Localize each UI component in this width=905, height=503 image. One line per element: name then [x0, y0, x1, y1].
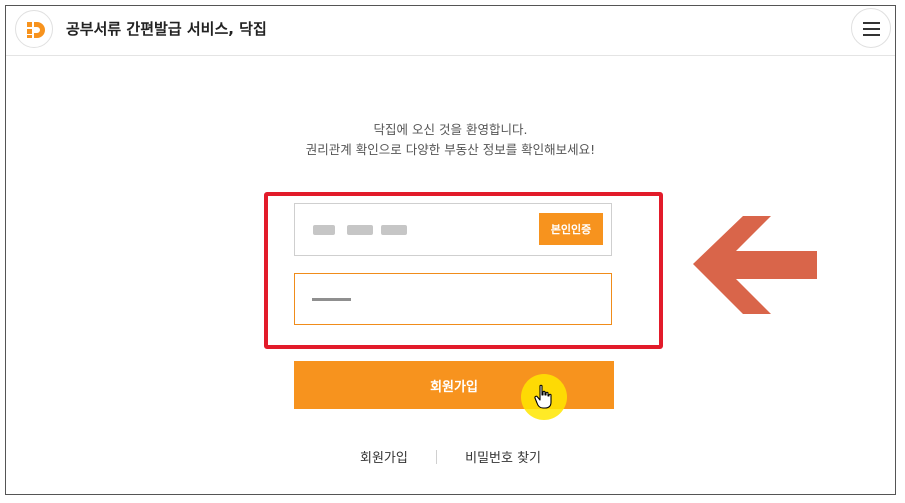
left-arrow-icon	[693, 216, 817, 314]
footer-links: 회원가입 비밀번호 찾기	[6, 447, 895, 466]
welcome-line-2: 권리관계 확인으로 다양한 부동산 정보를 확인해보세요!	[305, 142, 596, 157]
cursor-highlight	[521, 374, 567, 420]
hamburger-menu-icon	[863, 22, 880, 24]
signup-link[interactable]: 회원가입	[360, 451, 408, 466]
welcome-line-1: 닥집에 오신 것을 환영합니다.	[373, 122, 528, 137]
browser-frame: 공부서류 간편발급 서비스, 닥집 닥집에 오신 것을 환영합니다. 권리관계 …	[5, 5, 896, 495]
hamburger-menu-icon-line	[863, 34, 880, 36]
menu-button[interactable]	[851, 8, 891, 48]
highlight-box	[264, 192, 663, 349]
link-separator	[435, 450, 437, 464]
logo[interactable]	[15, 10, 53, 48]
dakjip-logo-icon	[27, 22, 45, 38]
hand-pointer-icon	[534, 384, 552, 409]
app-title: 공부서류 간편발급 서비스, 닥집	[66, 20, 267, 38]
hamburger-menu-icon-line	[863, 28, 880, 30]
app-header: 공부서류 간편발급 서비스, 닥집	[6, 6, 895, 56]
find-password-link[interactable]: 비밀번호 찾기	[465, 451, 541, 466]
